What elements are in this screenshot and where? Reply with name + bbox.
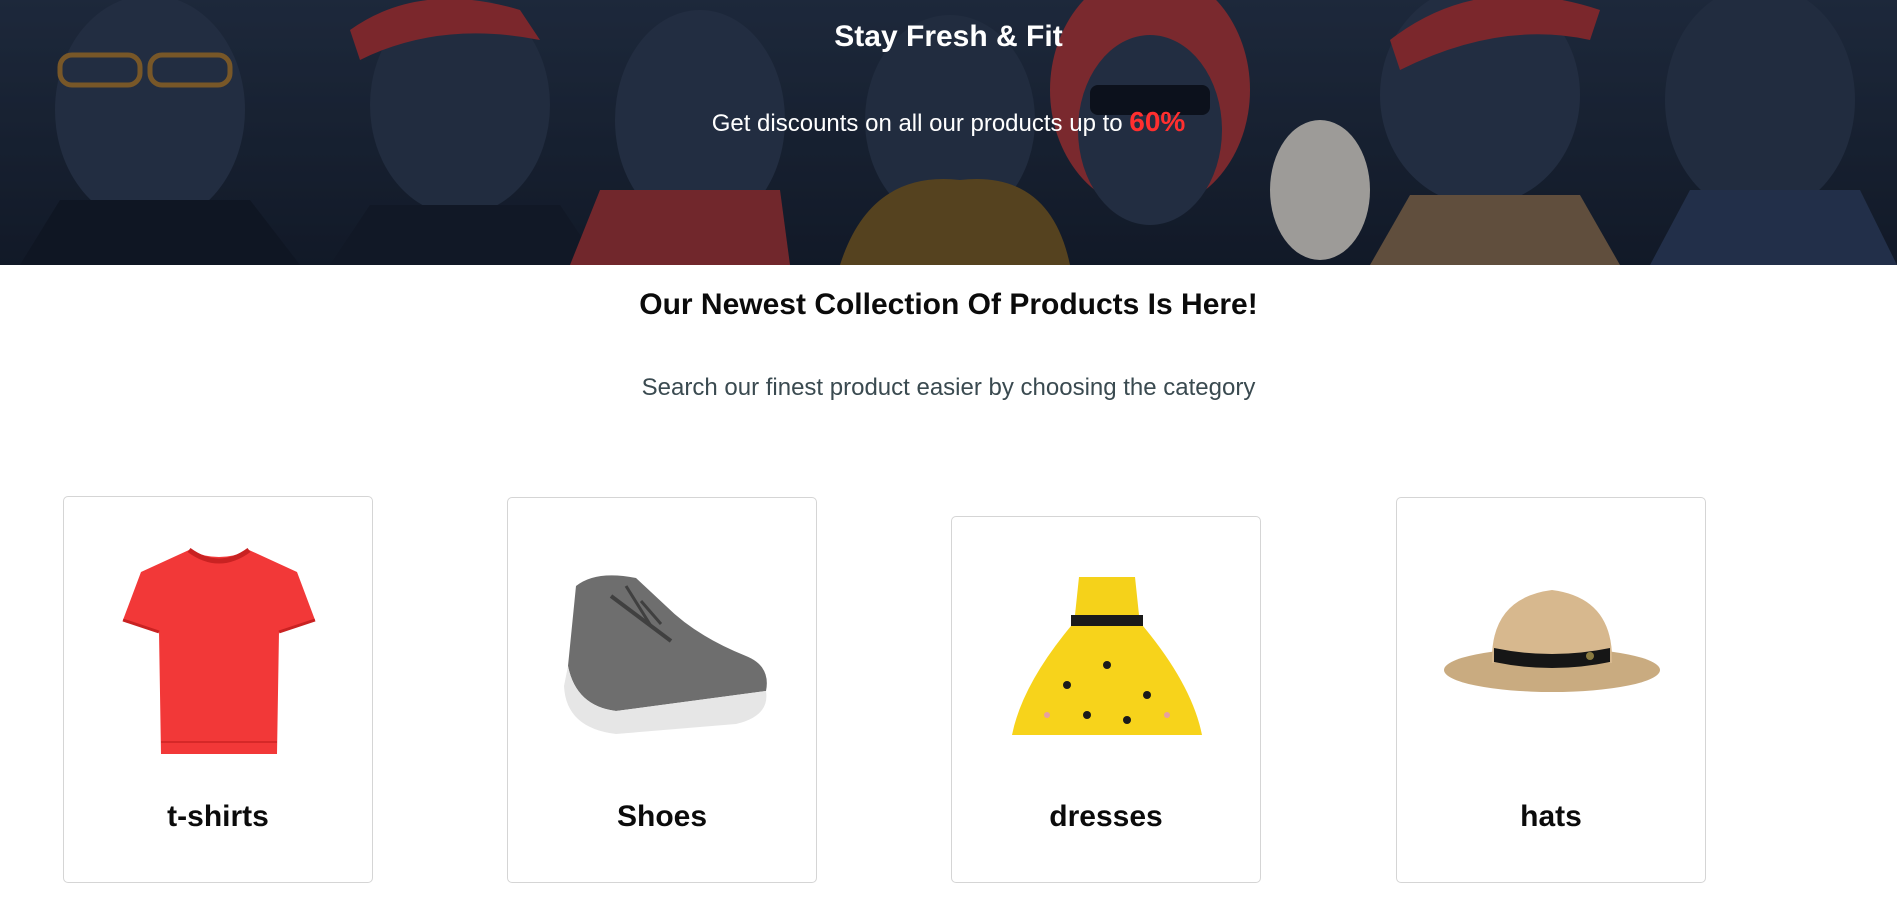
hero-subtitle: Get discounts on all our products up to … <box>0 106 1897 138</box>
t-shirt-icon <box>122 547 316 754</box>
category-card-t-shirts[interactable]: t-shirts <box>63 496 373 883</box>
category-label: dresses <box>1049 800 1163 833</box>
discount-percent: 60% <box>1129 106 1186 137</box>
hero-title: Stay Fresh & Fit <box>834 20 1063 53</box>
section-title: Our Newest Collection Of Products Is Her… <box>639 288 1258 321</box>
category-card-shoes[interactable]: Shoes <box>507 497 817 883</box>
section-subtitle: Search our finest product easier by choo… <box>641 374 1256 401</box>
hero-subtitle-text: Get discounts on all our products up to <box>711 110 1123 137</box>
category-label: hats <box>1520 800 1582 833</box>
hat-icon <box>1444 590 1660 692</box>
hero-banner: Stay Fresh & Fit Get discounts on all ou… <box>0 0 1897 265</box>
dress-icon <box>1012 577 1202 735</box>
category-label: t-shirts <box>167 800 269 833</box>
shoe-icon <box>564 575 767 734</box>
category-card-hats[interactable]: hats <box>1396 497 1706 883</box>
category-label: Shoes <box>616 800 708 833</box>
category-card-dresses[interactable]: dresses <box>951 516 1261 883</box>
